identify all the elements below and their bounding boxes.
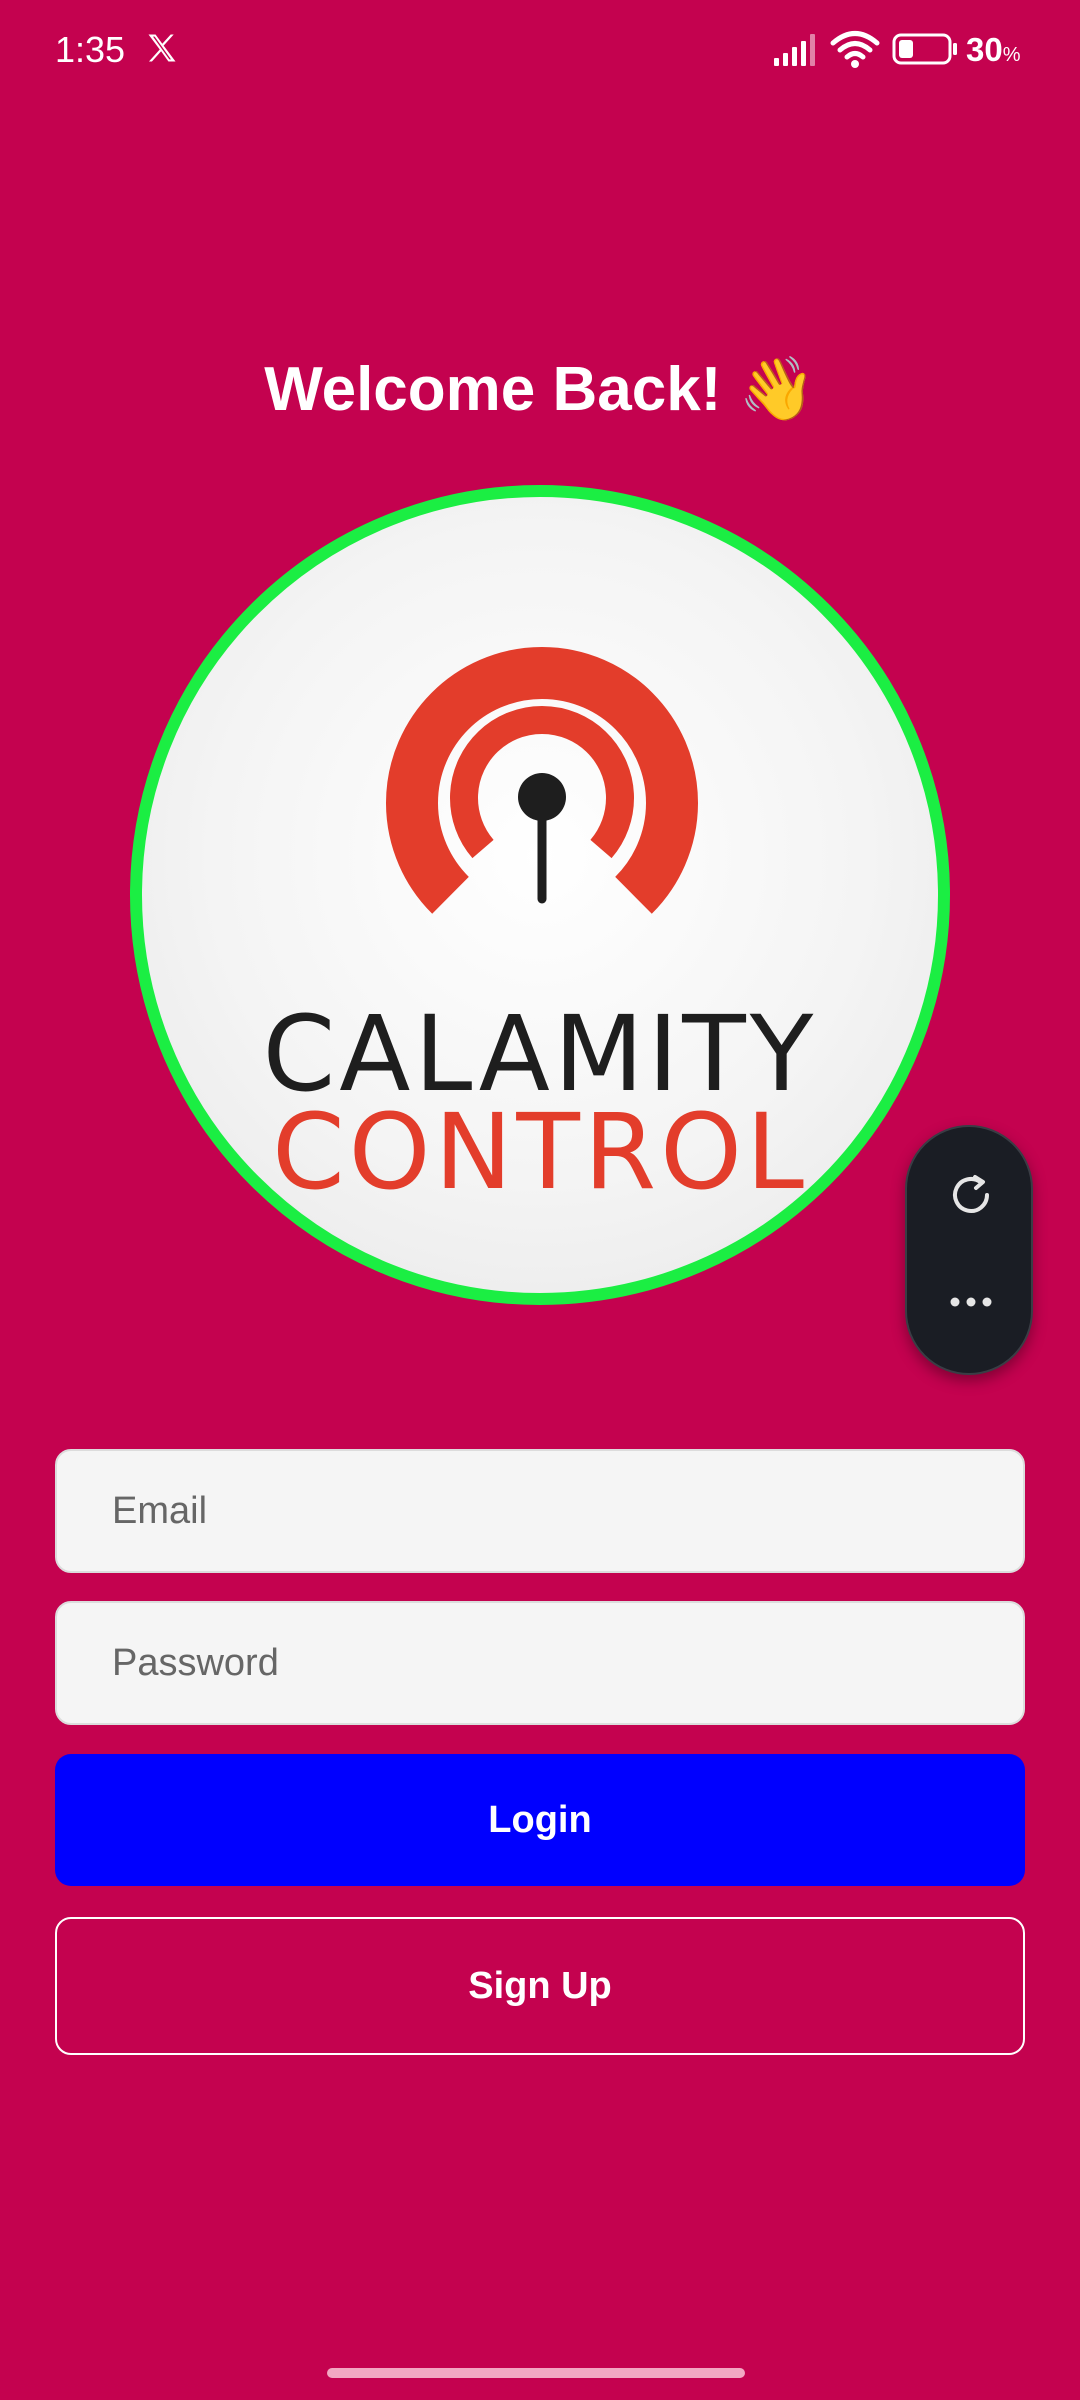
status-time: 1:35 bbox=[55, 29, 126, 70]
login-screen: 1:35 30% Welcome Back! 👋 CALAMITY CONTRO… bbox=[0, 0, 1080, 2400]
floating-menu bbox=[905, 1125, 1033, 1375]
status-bar: 1:35 30% bbox=[0, 0, 1080, 100]
login-button[interactable]: Login bbox=[55, 1754, 1025, 1886]
home-indicator[interactable] bbox=[327, 2368, 745, 2378]
more-icon[interactable] bbox=[941, 1287, 1001, 1317]
refresh-icon[interactable] bbox=[945, 1169, 997, 1221]
x-icon bbox=[148, 34, 176, 62]
battery-icon bbox=[892, 33, 957, 65]
signup-button[interactable]: Sign Up bbox=[55, 1917, 1025, 2055]
email-field[interactable] bbox=[55, 1449, 1025, 1573]
logo-text-control: CONTROL bbox=[272, 1091, 808, 1213]
wifi-icon bbox=[830, 31, 880, 68]
page-title: Welcome Back! 👋 bbox=[264, 355, 816, 424]
signal-icon bbox=[774, 34, 815, 66]
password-field[interactable] bbox=[55, 1601, 1025, 1725]
app-logo: CALAMITY CONTROL bbox=[130, 485, 950, 1305]
battery-percent: 30% bbox=[966, 31, 1021, 68]
